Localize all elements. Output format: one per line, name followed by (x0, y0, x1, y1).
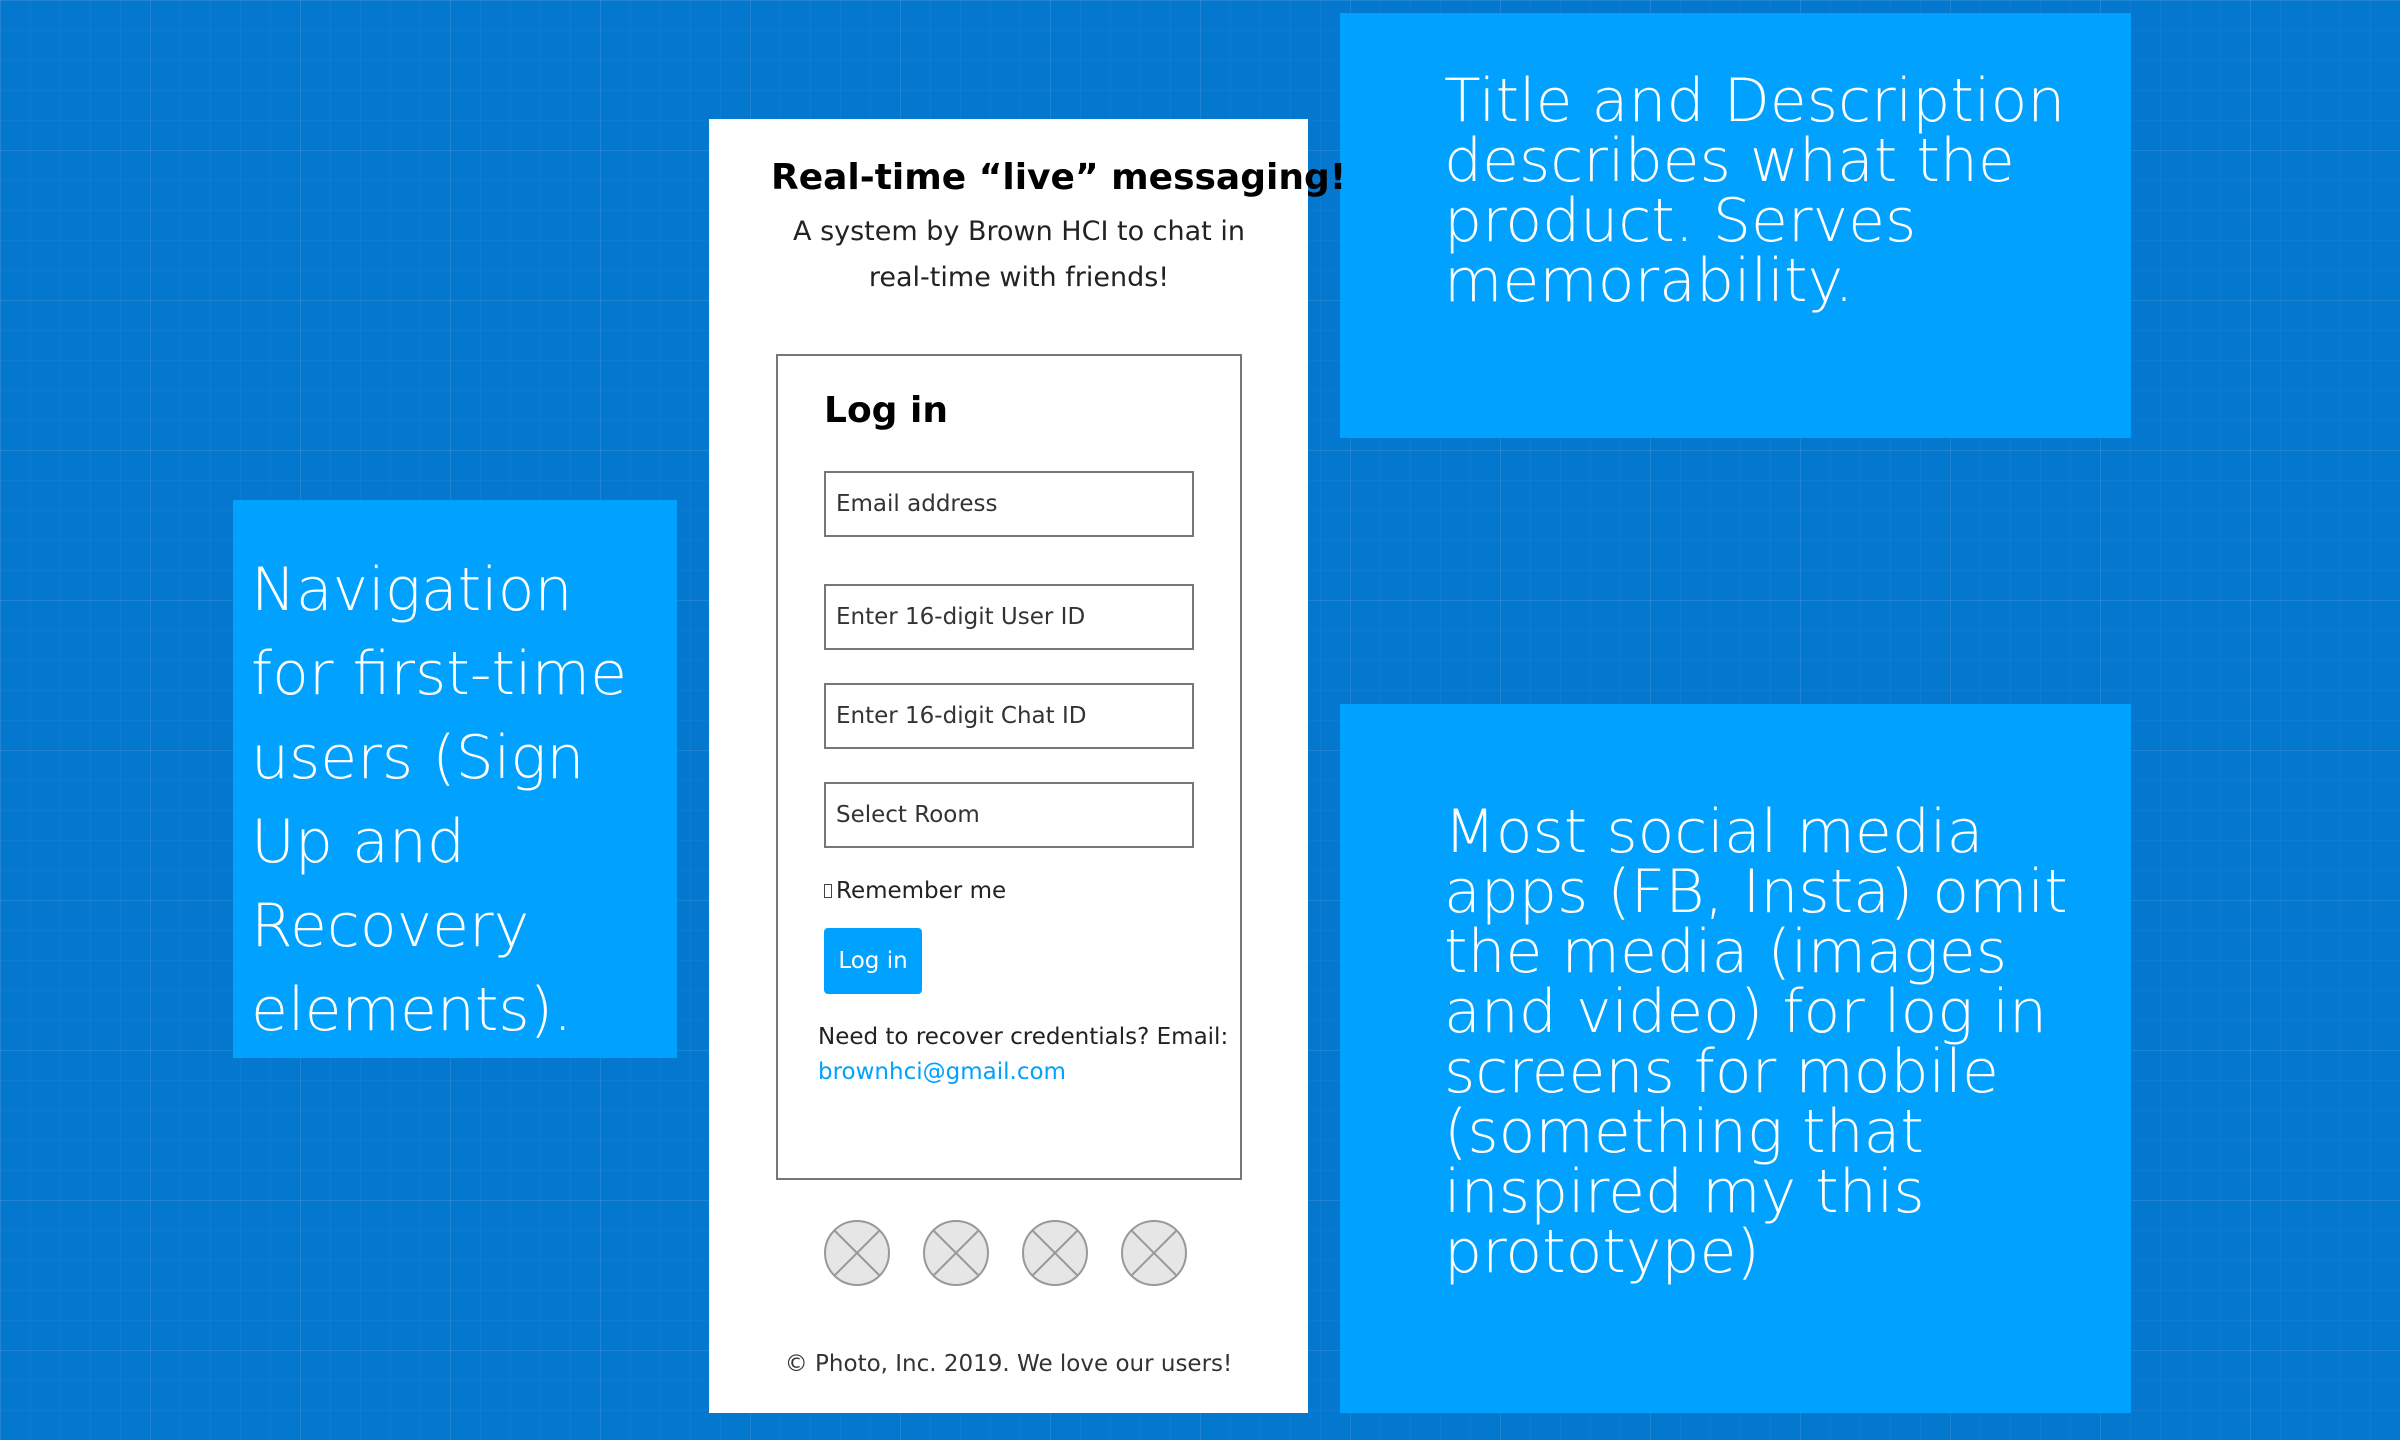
recovery-email-link[interactable]: brownhci@gmail.com (818, 1055, 1228, 1090)
image-placeholder-icon[interactable] (922, 1219, 990, 1287)
login-heading: Log in (824, 390, 948, 431)
image-placeholder-icon[interactable] (1021, 1219, 1089, 1287)
image-placeholder-icon[interactable] (1120, 1219, 1188, 1287)
annotation-navigation: Navigation for first-time users (Sign Up… (233, 500, 677, 1058)
remember-label: Remember me (836, 878, 1007, 904)
social-icons-row (823, 1219, 1188, 1287)
room-select[interactable]: Select Room (824, 782, 1194, 848)
app-title: Real-time “live” messaging! (771, 157, 1347, 198)
app-description: A system by Brown HCI to chat in real-ti… (793, 216, 1245, 293)
email-field[interactable]: Email address (824, 471, 1194, 537)
remember-me[interactable]: Remember me (824, 878, 1006, 904)
user-id-field[interactable]: Enter 16-digit User ID (824, 584, 1194, 650)
login-button[interactable]: Log in (824, 928, 922, 994)
image-placeholder-icon[interactable] (823, 1219, 891, 1287)
login-form: Log in Email address Enter 16-digit User… (776, 354, 1242, 1180)
chat-id-field[interactable]: Enter 16-digit Chat ID (824, 683, 1194, 749)
annotation-social-media: Most social media apps (FB, Insta) omit … (1340, 704, 2131, 1413)
footer: © Photo, Inc. 2019. We love our users! (784, 1351, 1233, 1377)
remember-checkbox[interactable] (824, 884, 832, 898)
phone-screen: Real-time “live” messaging! A system by … (709, 119, 1347, 1413)
recovery-info: Need to recover credentials? Email: brow… (818, 1020, 1228, 1090)
annotation-title-description: Title and Description describes what the… (1340, 13, 2131, 438)
recovery-text: Need to recover credentials? Email: (818, 1024, 1229, 1050)
